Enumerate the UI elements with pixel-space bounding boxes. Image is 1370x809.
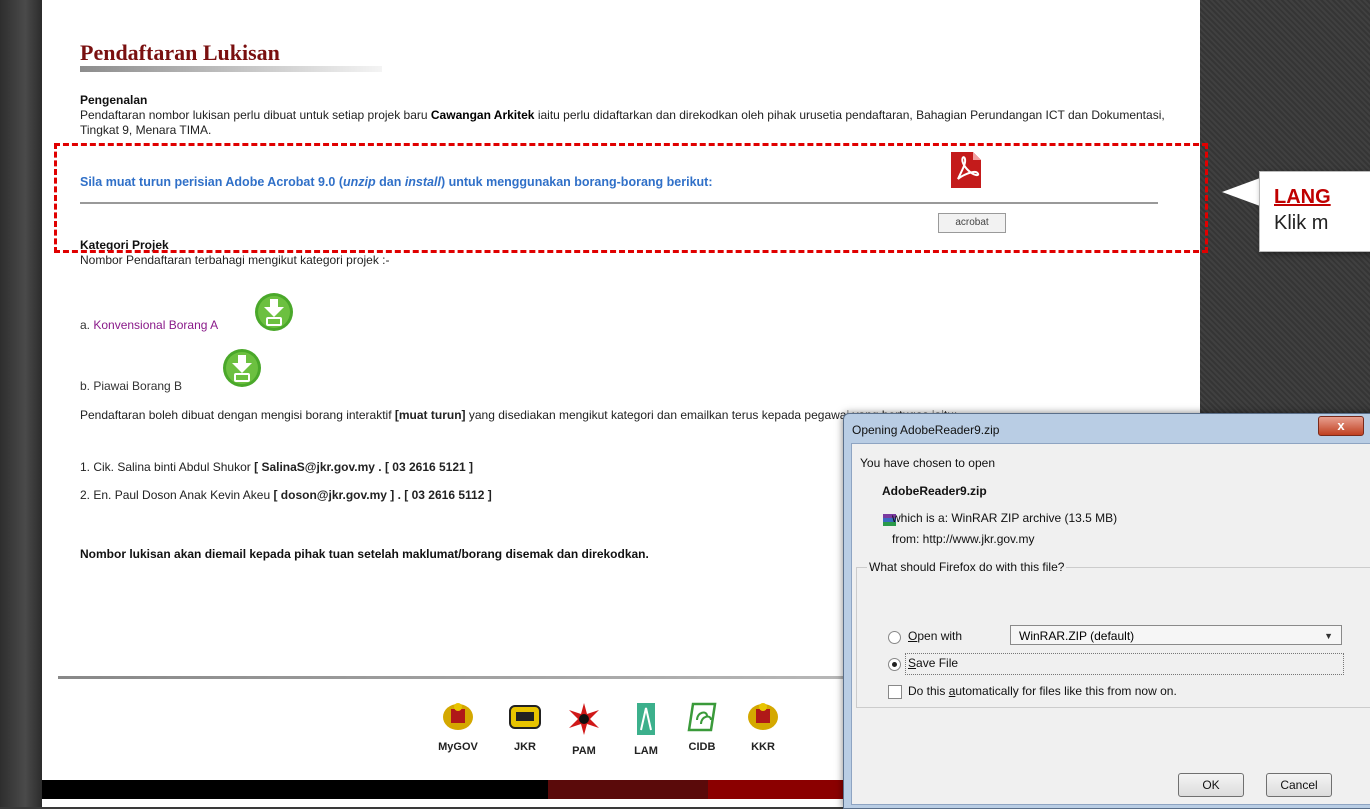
- ok-button[interactable]: OK: [1178, 773, 1244, 797]
- callout-box: LANG Klik m: [1259, 171, 1370, 252]
- action-question: What should Firefox do with this file?: [867, 560, 1067, 574]
- dialog-intro: You have chosen to open: [860, 456, 996, 470]
- crest-icon: [443, 703, 473, 730]
- konvensional-link[interactable]: Konvensional Borang A: [93, 318, 218, 332]
- save-file-label[interactable]: Save File: [908, 656, 958, 670]
- jkr-icon: [509, 705, 541, 729]
- page-title: Pendaftaran Lukisan: [80, 40, 280, 65]
- open-with-radio[interactable]: [888, 631, 901, 644]
- open-with-select[interactable]: WinRAR.ZIP (default) ▼: [1010, 625, 1342, 645]
- download-icon[interactable]: [254, 292, 294, 332]
- title-underline: [80, 66, 382, 72]
- close-button[interactable]: x: [1318, 416, 1364, 436]
- lam-icon: [637, 703, 655, 735]
- highlight-box: [54, 143, 1208, 253]
- contact-item: 1. Cik. Salina binti Abdul Shukor [ Sali…: [80, 460, 474, 474]
- kkr-logo[interactable]: KKR: [735, 702, 791, 753]
- contact-item: 2. En. Paul Doson Anak Kevin Akeu [ doso…: [80, 488, 492, 502]
- file-source: from: http://www.jkr.gov.my: [892, 532, 1035, 546]
- callout-title: LANG: [1274, 186, 1331, 208]
- file-name: AdobeReader9.zip: [882, 484, 987, 498]
- cancel-button[interactable]: Cancel: [1266, 773, 1332, 797]
- kategori-text: Nombor Pendaftaran terbahagi mengikut ka…: [80, 253, 390, 267]
- crest-icon: [748, 703, 778, 730]
- save-file-focus: [905, 653, 1344, 675]
- dialog-title: Opening AdobeReader9.zip: [852, 423, 1000, 437]
- auto-checkbox[interactable]: [888, 685, 902, 699]
- auto-label[interactable]: Do this automatically for files like thi…: [908, 684, 1177, 698]
- pam-logo[interactable]: PAM: [556, 702, 612, 757]
- cidb-logo[interactable]: CIDB: [674, 702, 730, 753]
- lam-logo[interactable]: LAM: [618, 702, 674, 757]
- callout-pointer: [1222, 178, 1260, 206]
- download-icon[interactable]: [222, 348, 262, 388]
- intro-text: Pendaftaran nombor lukisan perlu dibuat …: [80, 108, 1165, 137]
- pam-icon: [569, 703, 599, 735]
- category-item-b: b. Piawai Borang B: [80, 379, 183, 393]
- intro-heading: Pengenalan: [80, 93, 148, 107]
- dialog-body: You have chosen to open AdobeReader9.zip…: [851, 443, 1370, 805]
- dropdown-arrow-icon: ▼: [1324, 631, 1333, 641]
- callout-text: Klik m: [1274, 212, 1329, 234]
- download-dialog: Opening AdobeReader9.zip x You have chos…: [843, 413, 1370, 809]
- save-file-radio[interactable]: [888, 658, 901, 671]
- mygov-logo[interactable]: MyGOV: [430, 702, 486, 753]
- jkr-logo[interactable]: JKR: [497, 702, 553, 753]
- left-border: [0, 0, 42, 807]
- cidb-icon: [687, 702, 717, 732]
- note-text: Nombor lukisan akan diemail kepada pihak…: [80, 547, 649, 561]
- category-item-a: a. Konvensional Borang A: [80, 318, 219, 332]
- file-type: which is a: WinRAR ZIP archive (13.5 MB): [892, 511, 1118, 525]
- open-with-label[interactable]: Open with: [908, 629, 962, 643]
